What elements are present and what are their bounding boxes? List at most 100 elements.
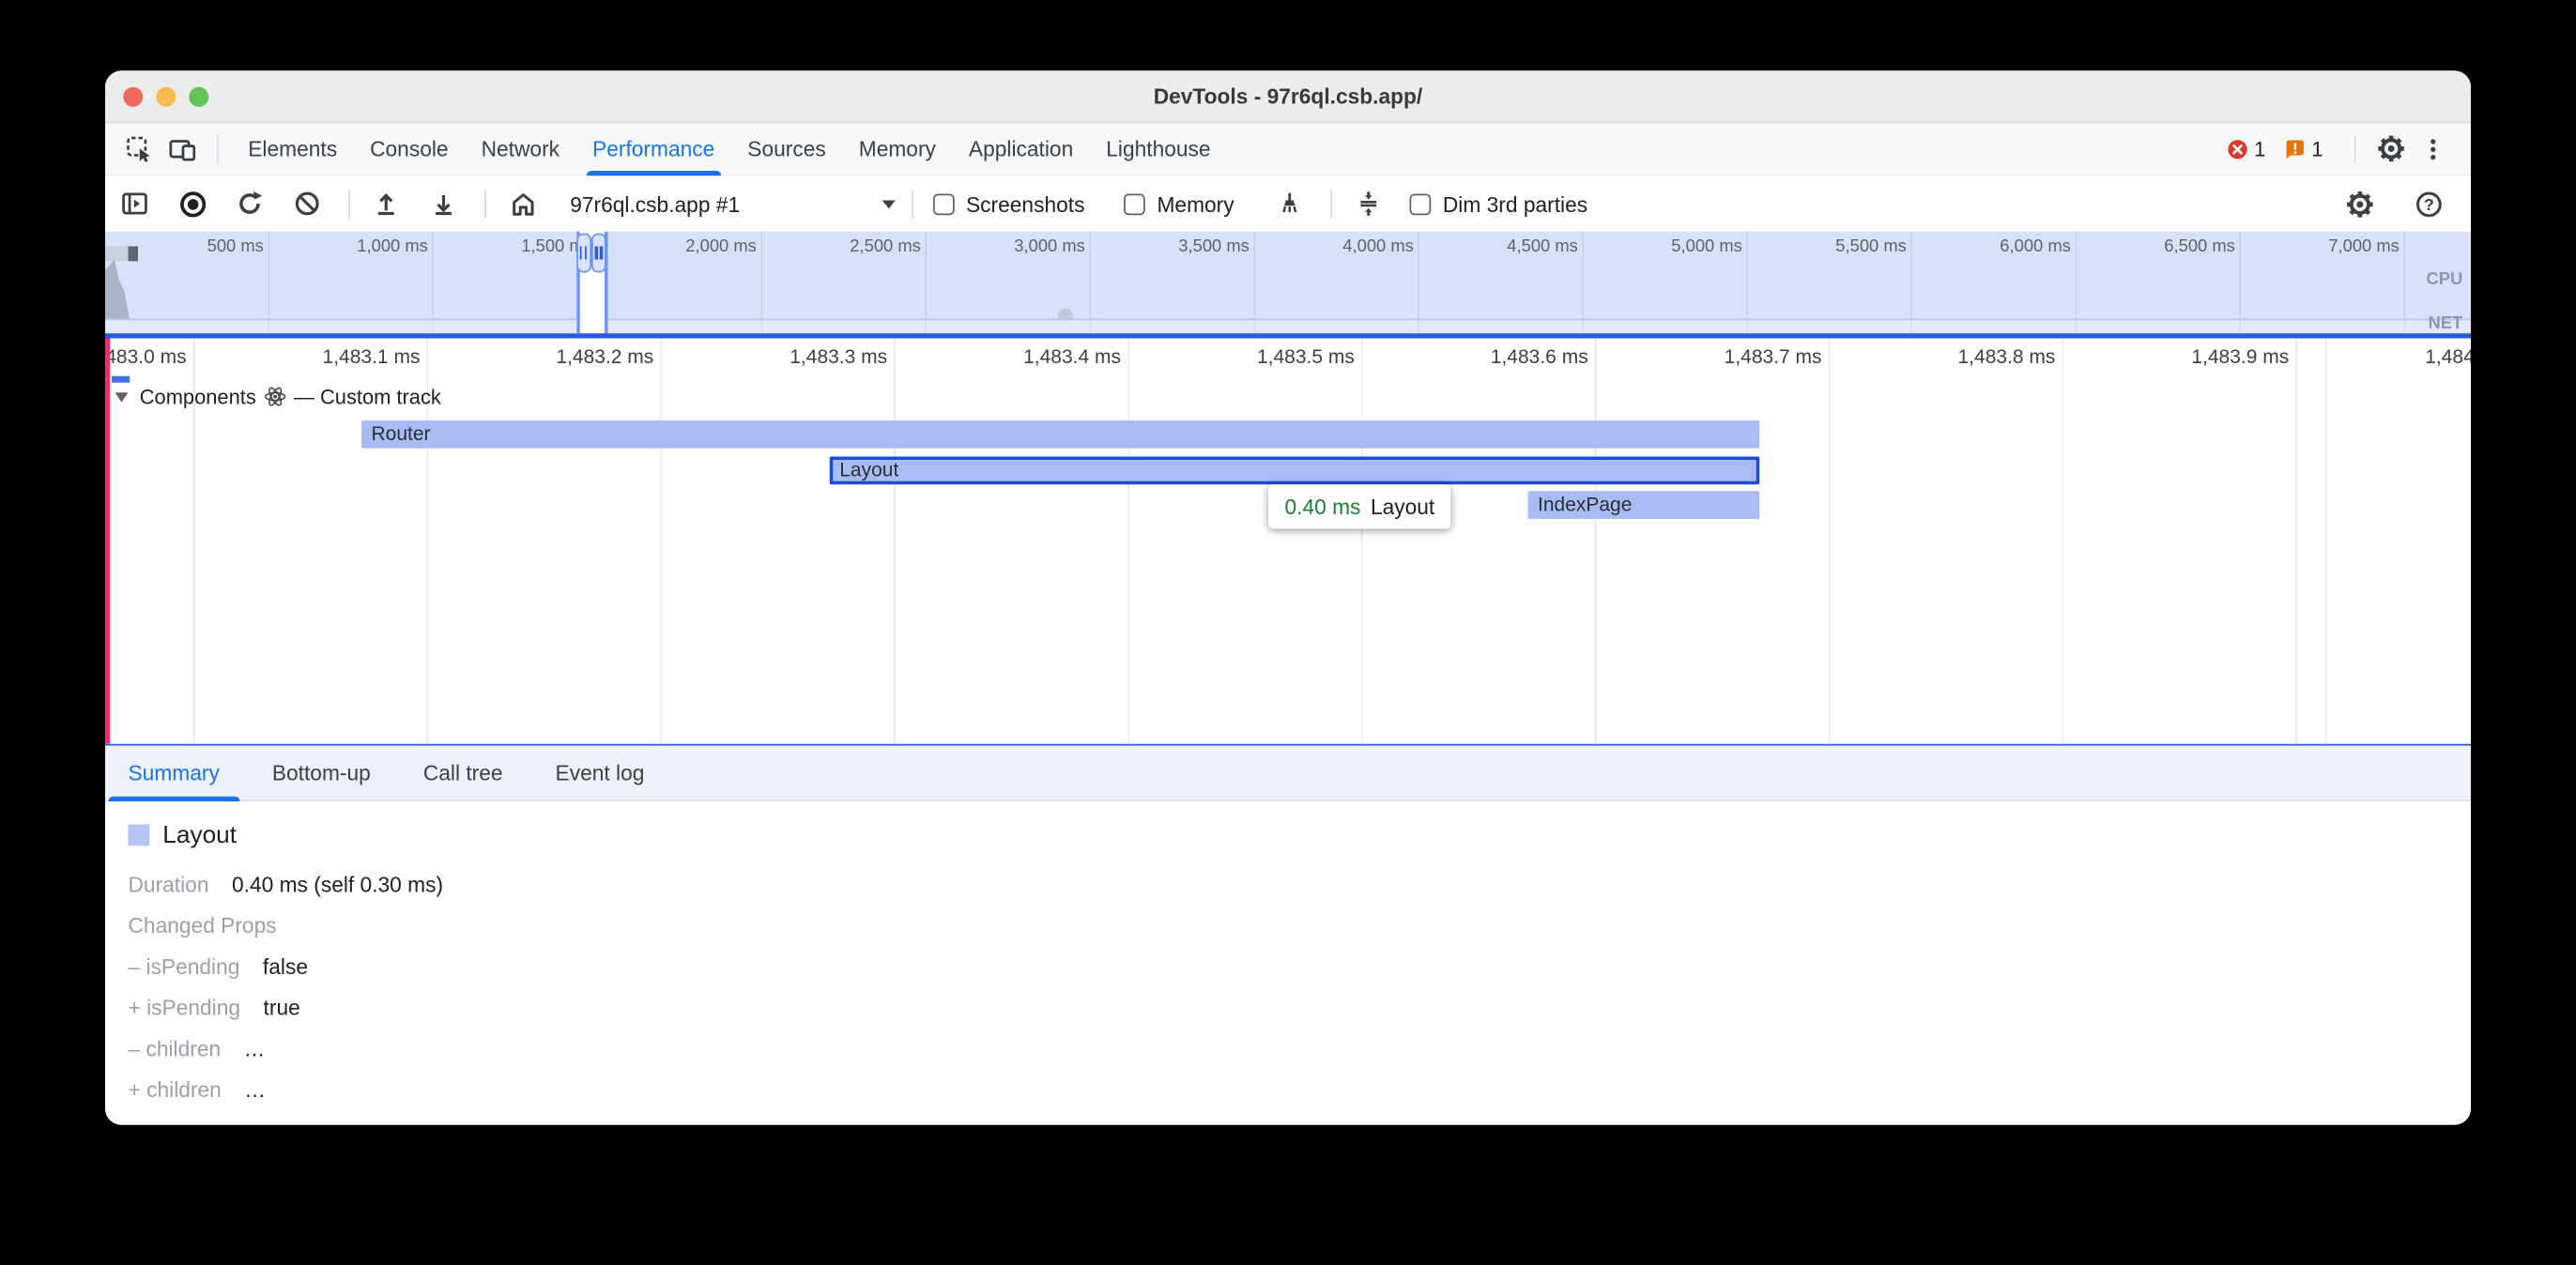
timeline-tick: 1,483.9 ms — [2191, 344, 2289, 368]
devtools-window: DevTools - 97r6ql.csb.app/ Elements Cons… — [105, 70, 2471, 1125]
warning-icon — [2284, 137, 2308, 160]
details-tabbar: Summary Bottom-up Call tree Event log — [105, 746, 2471, 802]
collect-garbage-icon[interactable] — [1274, 188, 1307, 221]
toolbar-right-cluster: ? — [2324, 182, 2471, 225]
summary-row-ispending-new: + isPending true — [129, 987, 2472, 1029]
summary-row-changed-props: Changed Props — [129, 905, 2472, 946]
errors-badge[interactable]: 1 — [2226, 137, 2277, 160]
overview-tick: 4,000 ms — [1342, 236, 1414, 256]
more-options-icon[interactable] — [2412, 128, 2455, 171]
divider — [484, 190, 486, 218]
tab-performance[interactable]: Performance — [576, 122, 731, 175]
tab-lighthouse[interactable]: Lighthouse — [1090, 122, 1227, 175]
summary-row-duration: Duration 0.40 ms (self 0.30 ms) — [129, 864, 2472, 906]
tooltip-duration: 0.40 ms — [1285, 495, 1361, 519]
screenshots-label: Screenshots — [966, 191, 1084, 216]
window-title: DevTools - 97r6ql.csb.app/ — [105, 84, 2471, 108]
divider — [912, 190, 913, 218]
tab-sources[interactable]: Sources — [731, 122, 842, 175]
reload-and-record-icon[interactable] — [234, 188, 267, 221]
close-window-button[interactable] — [123, 87, 143, 107]
tab-event-log[interactable]: Event log — [536, 745, 665, 801]
tab-bottom-up[interactable]: Bottom-up — [253, 745, 391, 801]
error-count: 1 — [2254, 137, 2265, 160]
summary-row-ispending-old: – isPending false — [129, 946, 2472, 987]
record-button[interactable] — [176, 188, 208, 221]
download-profile-icon[interactable] — [427, 188, 460, 221]
tab-memory[interactable]: Memory — [842, 122, 952, 175]
overview-tick: 2,000 ms — [685, 236, 757, 256]
clipped-event-bar — [111, 376, 129, 383]
timeline-tick: 1,483.4 ms — [1023, 344, 1121, 368]
zoom-window-button[interactable] — [189, 87, 208, 107]
track-title: Components — [140, 385, 256, 408]
flame-bar-indexpage[interactable]: IndexPage — [1528, 491, 1760, 519]
tab-network[interactable]: Network — [465, 122, 575, 175]
timeline-tick: 1,484.0 ms — [2425, 344, 2471, 368]
flame-chart[interactable]: 1,483.0 ms 1,483.1 ms 1,483.2 ms 1,483.3… — [105, 338, 2471, 746]
timeline-tick: 1,483.5 ms — [1257, 344, 1355, 368]
tabbar-right-cluster: 1 1 — [2226, 128, 2471, 171]
react-atom-icon — [265, 386, 286, 407]
overview-tick: 2,500 ms — [850, 236, 921, 256]
tab-console[interactable]: Console — [354, 122, 465, 175]
issue-count: 1 — [2311, 137, 2323, 160]
traffic-lights — [123, 70, 208, 123]
overview-tick: 5,000 ms — [1671, 236, 1742, 256]
help-icon[interactable]: ? — [2407, 182, 2450, 225]
minimize-window-button[interactable] — [156, 87, 176, 107]
dim-3rd-parties-checkbox[interactable] — [1410, 193, 1432, 215]
flame-bar-layout-selected[interactable]: Layout — [830, 456, 1760, 484]
capture-settings-gear-icon[interactable] — [2338, 182, 2381, 225]
settings-gear-icon[interactable] — [2369, 128, 2413, 171]
memory-checkbox[interactable] — [1124, 193, 1145, 215]
selection-left-handle[interactable] — [575, 234, 590, 273]
inspect-element-icon[interactable] — [118, 128, 161, 171]
issues-badge[interactable]: 1 — [2284, 137, 2335, 160]
overview-tick: 500 ms — [207, 236, 264, 256]
timeline-tick: 1,483.7 ms — [1725, 344, 1822, 368]
cpu-activity-shape — [105, 260, 136, 319]
target-dropdown-value: 97r6ql.csb.app #1 — [570, 191, 740, 216]
tab-summary[interactable]: Summary — [109, 745, 239, 801]
flame-bar-router[interactable]: Router — [361, 420, 1759, 449]
event-color-swatch — [129, 824, 150, 846]
summary-pane: Layout Duration 0.40 ms (self 0.30 ms) C… — [105, 801, 2471, 1121]
summary-event-title: Layout — [162, 820, 237, 848]
device-toolbar-icon[interactable] — [161, 128, 205, 171]
overview-tick: 1,000 ms — [357, 236, 428, 256]
active-tab-underline — [586, 170, 721, 175]
timeline-start-marker — [105, 338, 109, 744]
selection-cpu-bump — [1057, 309, 1072, 319]
screenshots-checkbox-group[interactable]: Screenshots — [933, 191, 1084, 216]
timeline-overview[interactable]: 500 ms 1,000 ms 1,500 ms 2,000 ms 2,500 … — [105, 232, 2471, 334]
overview-tick: 6,000 ms — [2000, 236, 2071, 256]
selection-right-handle[interactable] — [591, 234, 606, 273]
components-track-header[interactable]: Components — Custom track — [115, 385, 441, 408]
tab-application[interactable]: Application — [952, 122, 1089, 175]
screenshot-thumbnail-dark — [129, 247, 139, 262]
tab-call-tree[interactable]: Call tree — [404, 745, 523, 801]
overview-tick: 6,500 ms — [2164, 236, 2235, 256]
divider — [1331, 190, 1333, 218]
divider — [348, 190, 350, 218]
timeline-tick: 1,483.0 ms — [105, 344, 187, 368]
tab-elements[interactable]: Elements — [232, 122, 354, 175]
overview-tick: 7,000 ms — [2328, 236, 2400, 256]
overview-tick: 4,500 ms — [1507, 236, 1578, 256]
memory-checkbox-group[interactable]: Memory — [1124, 191, 1234, 216]
target-dropdown[interactable]: 97r6ql.csb.app #1 — [570, 191, 896, 216]
cpu-lane-label: CPU — [2426, 269, 2462, 289]
clear-recording-icon[interactable] — [291, 188, 324, 221]
dim-3rd-parties-checkbox-group[interactable]: Dim 3rd parties — [1410, 191, 1587, 216]
main-tabbar: Elements Console Network Performance Sou… — [105, 123, 2471, 175]
toggle-sidebar-icon[interactable] — [118, 188, 151, 221]
collapse-tracks-icon[interactable] — [1353, 188, 1386, 221]
upload-profile-icon[interactable] — [370, 188, 403, 221]
collapse-track-icon[interactable] — [115, 391, 129, 402]
titlebar: DevTools - 97r6ql.csb.app/ — [105, 70, 2471, 123]
screenshots-checkbox[interactable] — [933, 193, 955, 215]
error-icon — [2226, 137, 2249, 160]
divider — [2354, 135, 2356, 163]
home-icon[interactable] — [506, 188, 539, 221]
